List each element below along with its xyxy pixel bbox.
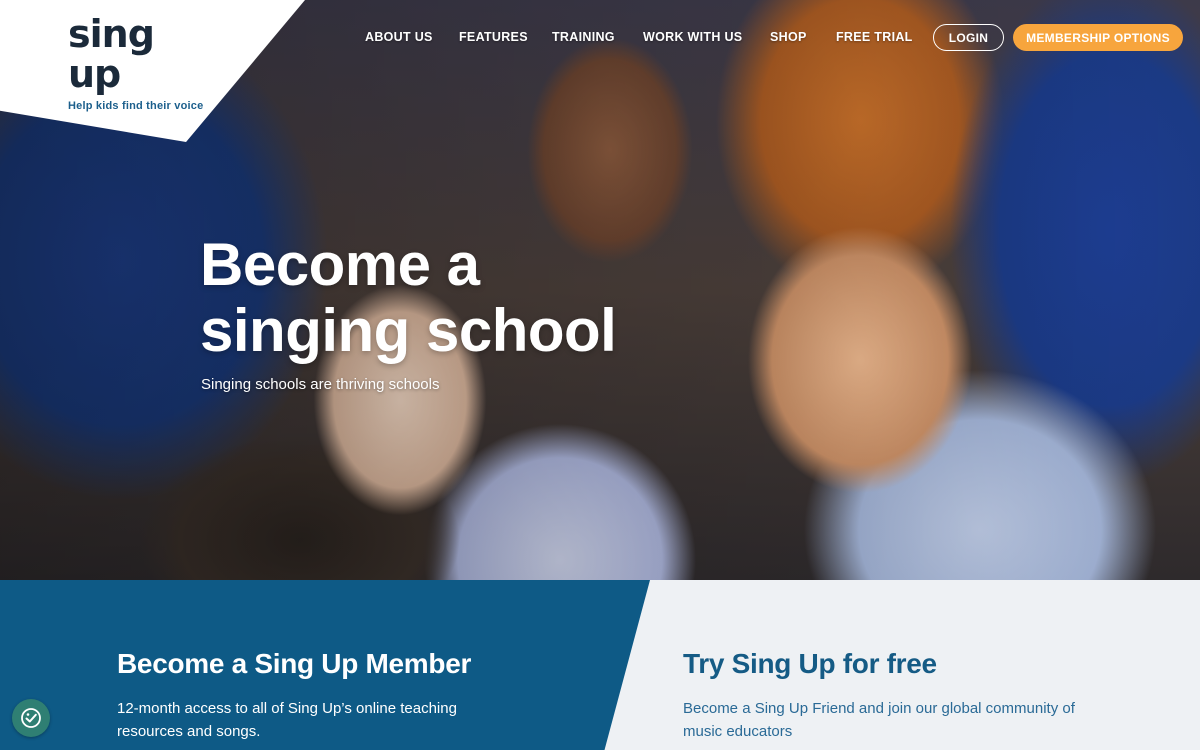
member-panel-text: 12-month access to all of Sing Up’s onli… — [117, 700, 457, 740]
hero-title-line2: singing school — [200, 297, 617, 364]
login-button[interactable]: LOGIN — [933, 24, 1004, 51]
member-panel-title[interactable]: Become a Sing Up Member — [117, 648, 471, 680]
main-navigation: ABOUT US FEATURES TRAINING WORK WITH US … — [0, 0, 1200, 75]
trial-panel-text: Become a Sing Up Friend and join our glo… — [683, 700, 1075, 740]
membership-options-button[interactable]: MEMBERSHIP OPTIONS — [1013, 24, 1183, 51]
nav-shop[interactable]: SHOP — [770, 30, 807, 44]
nav-free-trial[interactable]: FREE TRIAL — [836, 30, 913, 44]
accessibility-icon — [21, 708, 41, 728]
hero-title: Become a singing school — [200, 232, 660, 364]
accessibility-button[interactable] — [12, 699, 50, 737]
nav-about-us[interactable]: ABOUT US — [365, 30, 433, 44]
nav-features[interactable]: FEATURES — [459, 30, 528, 44]
trial-panel-title[interactable]: Try Sing Up for free — [683, 648, 937, 680]
nav-work-with-us[interactable]: WORK WITH US — [643, 30, 742, 44]
nav-training[interactable]: TRAINING — [552, 30, 615, 44]
logo-tagline: Help kids find their voice — [68, 100, 204, 112]
hero-subtitle: Singing schools are thriving schools — [201, 376, 440, 393]
hero-title-line1: Become a — [200, 231, 480, 298]
